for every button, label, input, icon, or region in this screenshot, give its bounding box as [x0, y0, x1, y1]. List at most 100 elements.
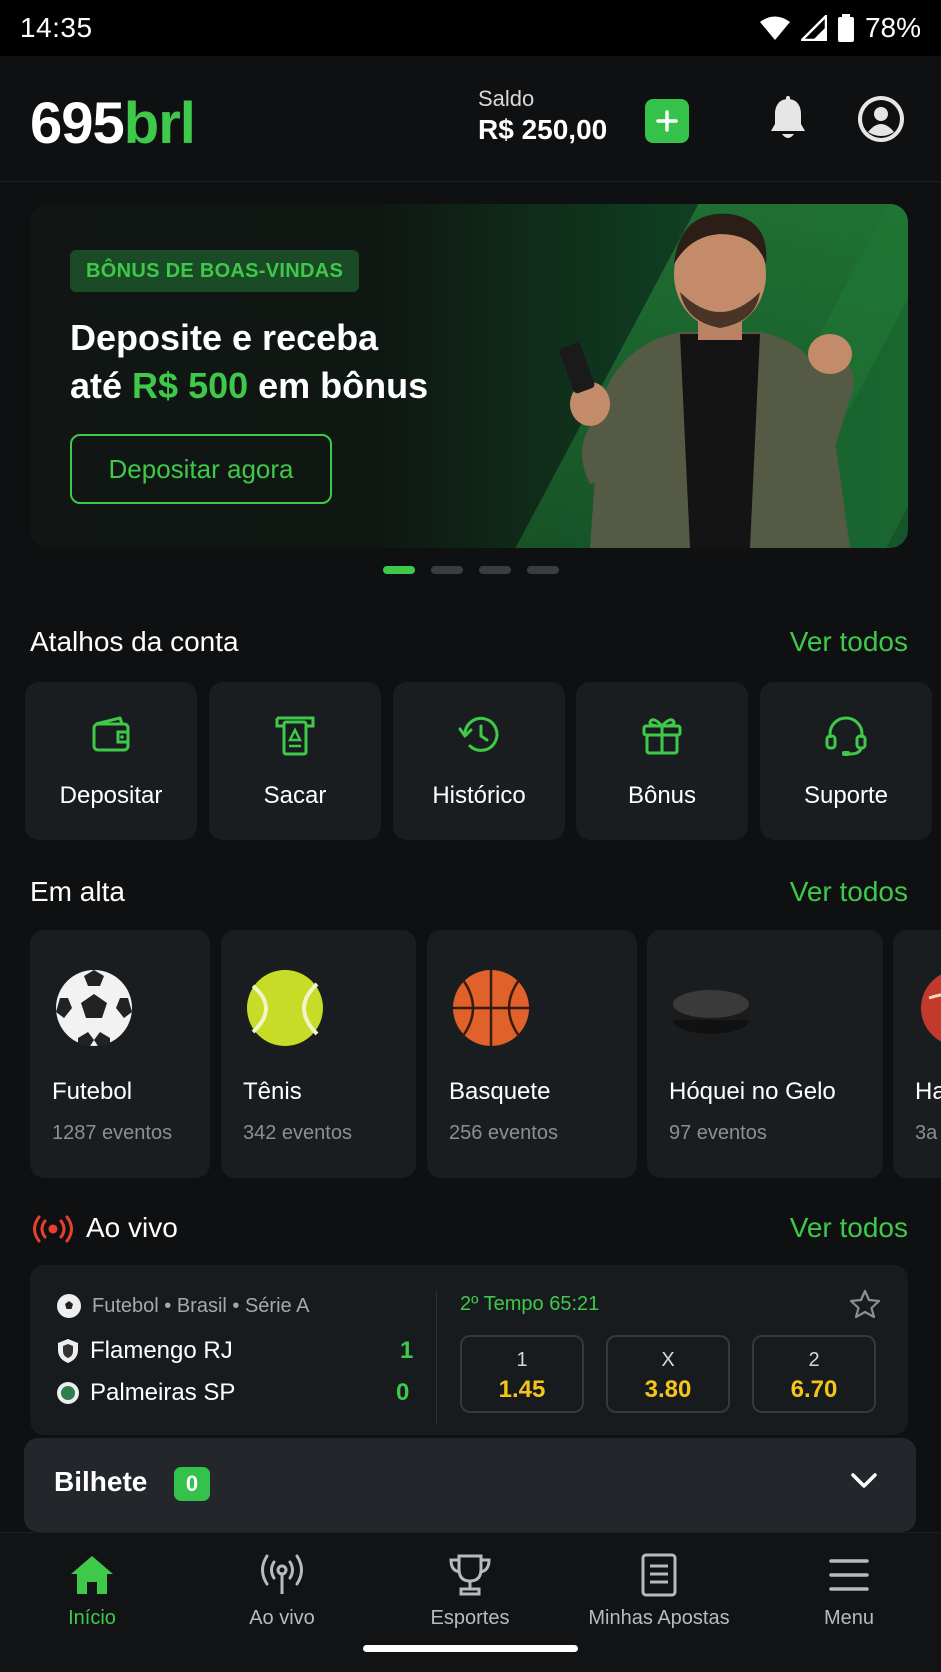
- carousel-dot[interactable]: [527, 566, 559, 574]
- bell-icon: [771, 96, 805, 138]
- odd-label: 2: [808, 1349, 820, 1371]
- trending-card-basketball[interactable]: Basquete 256 eventos: [427, 930, 637, 1178]
- home-score: 1: [400, 1337, 414, 1364]
- shortcuts-title: Atalhos da conta: [30, 626, 239, 657]
- notifications-button[interactable]: [768, 96, 808, 147]
- promo-headline: Deposite e receba até R$ 500 em bônus: [70, 314, 428, 410]
- status-icons: 78%: [759, 12, 921, 44]
- tab-home[interactable]: Início: [0, 1551, 186, 1630]
- trending-name: Basquete: [449, 1078, 551, 1105]
- live-broadcast-icon: [33, 1215, 73, 1243]
- trending-name: Tênis: [243, 1078, 302, 1105]
- trending-card-tennis[interactable]: Tênis 342 eventos: [221, 930, 416, 1178]
- trending-card-hockey[interactable]: Hóquei no Gelo 97 eventos: [647, 930, 883, 1178]
- promo-amount: R$ 500: [132, 365, 249, 406]
- shortcut-label: Bônus: [627, 782, 697, 809]
- balance-value: R$ 250,00: [478, 114, 608, 145]
- odd-button-away[interactable]: 2 6.70: [752, 1335, 876, 1413]
- match-period: 2º Tempo 65:21: [460, 1293, 600, 1315]
- promo-line-1: Deposite e receba: [70, 317, 379, 358]
- trophy-icon: [449, 1554, 491, 1596]
- status-time: 14:35: [20, 12, 93, 43]
- tab-menu[interactable]: Menu: [755, 1551, 941, 1630]
- bet-slip-bar[interactable]: Bilhete 0: [24, 1438, 916, 1532]
- shortcut-deposit[interactable]: Depositar: [25, 682, 197, 840]
- logo-suffix: brl: [123, 91, 196, 156]
- shortcut-bonus[interactable]: Bônus: [576, 682, 748, 840]
- home-team: Flamengo RJ: [56, 1337, 233, 1365]
- menu-icon: [829, 1559, 869, 1591]
- wifi-icon: [759, 16, 790, 40]
- app-header: 695brl Saldo R$ 250,00: [0, 56, 941, 182]
- tab-label: Início: [68, 1607, 116, 1629]
- home-team-name: Flamengo RJ: [90, 1337, 233, 1364]
- trending-count: 1287 eventos: [52, 1122, 173, 1144]
- odd-value: 6.70: [790, 1376, 838, 1403]
- live-title: Ao vivo: [86, 1212, 178, 1243]
- plus-icon: [656, 110, 678, 132]
- document-icon: [641, 1553, 677, 1597]
- carousel-dot[interactable]: [383, 566, 415, 574]
- logo-number: 695: [30, 91, 125, 156]
- trending-count: 97 eventos: [669, 1122, 767, 1144]
- trending-card-football[interactable]: Futebol 1287 eventos: [30, 930, 210, 1178]
- chevron-down-icon[interactable]: [850, 1472, 878, 1490]
- tab-label: Esportes: [430, 1607, 510, 1629]
- tab-label: Menu: [823, 1607, 875, 1629]
- signal-icon: [800, 15, 827, 41]
- away-team: Palmeiras SP: [56, 1379, 235, 1407]
- carousel-dot[interactable]: [431, 566, 463, 574]
- trending-card-handball[interactable]: Ha 3a: [893, 930, 941, 1178]
- carousel-dot[interactable]: [479, 566, 511, 574]
- broadcast-icon: [261, 1554, 303, 1594]
- hockey-puck-icon: [673, 990, 749, 1034]
- tab-live[interactable]: Ao vivo: [188, 1551, 376, 1630]
- promo-line-2-pre: até: [70, 365, 133, 406]
- brand-logo[interactable]: 695brl: [30, 90, 196, 157]
- trending-title: Em alta: [30, 876, 125, 907]
- trending-name: Futebol: [52, 1078, 133, 1105]
- bet-slip-count-badge: 0: [174, 1467, 210, 1501]
- shortcut-history[interactable]: Histórico: [393, 682, 565, 840]
- promo-banner[interactable]: BÔNUS DE BOAS-VINDAS Deposite e receba a…: [30, 204, 908, 548]
- trending-name: Hóquei no Gelo: [669, 1078, 836, 1105]
- odd-button-home[interactable]: 1 1.45: [460, 1335, 584, 1413]
- history-icon: [458, 716, 499, 752]
- shortcut-label: Suporte: [803, 782, 889, 809]
- deposit-now-button[interactable]: Depositar agora: [70, 434, 332, 504]
- trending-count: 342 eventos: [243, 1122, 352, 1144]
- add-funds-button[interactable]: [645, 99, 689, 143]
- user-icon: [858, 96, 904, 142]
- profile-button[interactable]: [856, 94, 906, 149]
- live-see-all-link[interactable]: Ver todos: [790, 1212, 908, 1244]
- gift-icon: [642, 718, 682, 755]
- carousel-indicator: [383, 566, 559, 574]
- team-crest-icon: [58, 1339, 78, 1363]
- live-match-card[interactable]: Futebol • Brasil • Série A Flamengo RJ 1…: [30, 1265, 908, 1435]
- shortcut-withdraw[interactable]: Sacar: [209, 682, 381, 840]
- promo-person-image: [559, 213, 854, 548]
- withdraw-icon: [275, 716, 315, 756]
- star-icon[interactable]: [850, 1289, 880, 1319]
- shortcuts-see-all-link[interactable]: Ver todos: [790, 626, 908, 658]
- promo-line-2: até R$ 500 em bônus: [70, 362, 428, 410]
- basketball-icon: [453, 970, 529, 1046]
- tab-label: Minhas Apostas: [588, 1607, 730, 1629]
- odd-button-draw[interactable]: X 3.80: [606, 1335, 730, 1413]
- odd-value: 1.45: [498, 1376, 546, 1403]
- tab-my-bets[interactable]: Minhas Apostas: [565, 1551, 753, 1630]
- tennis-ball-icon: [247, 970, 323, 1046]
- away-score: 0: [396, 1379, 410, 1406]
- odd-value: 3.80: [644, 1376, 692, 1403]
- trending-count: 3a: [915, 1122, 938, 1144]
- match-league: Futebol • Brasil • Série A: [56, 1293, 309, 1319]
- balance-display: Saldo R$ 250,00: [478, 86, 607, 146]
- tab-sports[interactable]: Esportes: [376, 1551, 564, 1630]
- shortcut-label: Depositar: [59, 782, 163, 809]
- trending-see-all-link[interactable]: Ver todos: [790, 876, 908, 908]
- soccer-ball-icon: [56, 970, 132, 1046]
- promo-line-2-post: em bônus: [248, 365, 429, 406]
- shortcut-support[interactable]: Suporte: [760, 682, 932, 840]
- shortcut-label: Sacar: [263, 782, 327, 809]
- shortcut-label: Histórico: [432, 782, 526, 809]
